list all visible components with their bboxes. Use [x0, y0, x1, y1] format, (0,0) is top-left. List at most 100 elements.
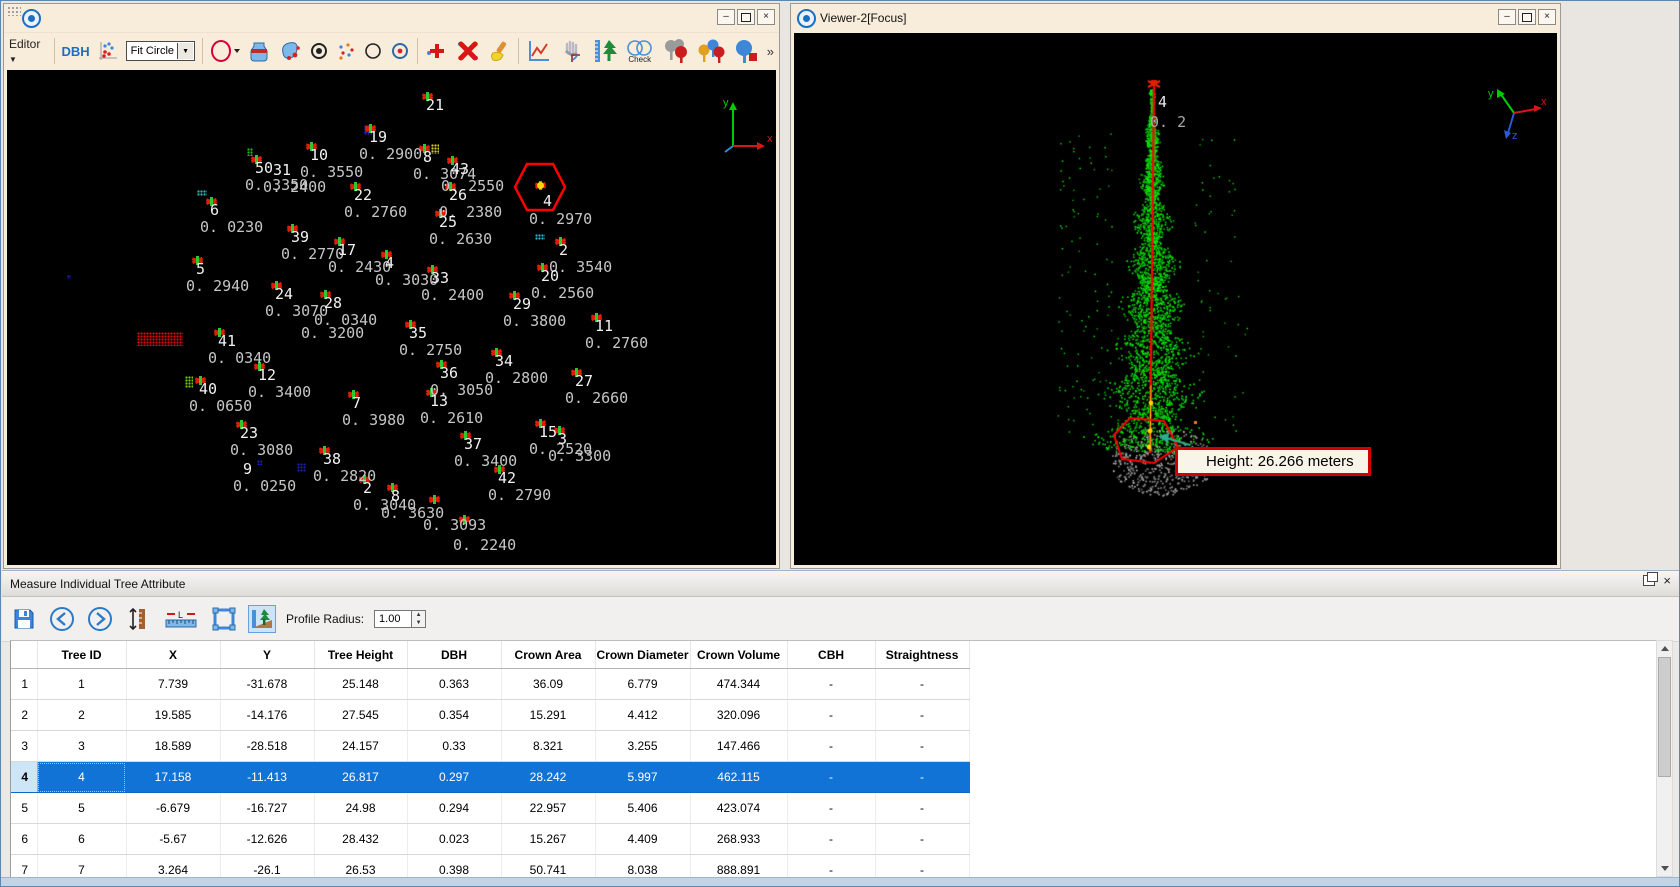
table-cell[interactable]: 3.255 — [595, 730, 691, 762]
table-cell[interactable]: 3 — [37, 730, 127, 762]
table-row[interactable]: 5 5 -6.679 -16.727 24.98 0.294 22.957 5.406 423.… — [11, 792, 970, 824]
table-cell[interactable]: -14.176 — [220, 699, 315, 731]
column-header[interactable]: Crown Volume — [690, 641, 788, 669]
table-row[interactable]: 1 1 7.739 -31.678 25.148 0.363 36.09 6.779 474.3… — [11, 668, 970, 700]
table-cell[interactable]: 19.585 — [126, 699, 221, 731]
toolbar-overflow-button[interactable]: » — [767, 44, 774, 59]
table-cell[interactable]: 888.891 — [690, 854, 788, 877]
table-cell[interactable]: -6.679 — [126, 792, 221, 824]
table-cell[interactable]: 0.294 — [407, 792, 502, 824]
fit-method-select[interactable]: Fit Circle ▼ — [125, 41, 196, 61]
table-cell[interactable]: 0.363 — [407, 668, 502, 700]
scroll-up-icon[interactable] — [1657, 641, 1672, 656]
table-row[interactable]: 6 6 -5.67 -12.626 28.432 0.023 15.267 4.409 268.… — [11, 823, 970, 855]
close-button[interactable]: × — [757, 9, 775, 25]
table-cell[interactable]: 24.98 — [314, 792, 408, 824]
table-cell[interactable]: - — [787, 730, 876, 762]
circle-center-toggle[interactable] — [390, 41, 410, 61]
table-cell[interactable]: - — [875, 730, 970, 762]
delete-point-tool[interactable] — [456, 39, 480, 63]
table-row[interactable]: 7 7 3.264 -26.1 26.53 0.398 50.741 8.038 888.891… — [11, 854, 970, 877]
scrollbar-thumb[interactable] — [1658, 657, 1671, 777]
table-cell[interactable]: 15.267 — [501, 823, 596, 855]
table-cell[interactable]: - — [787, 792, 876, 824]
add-point-tool[interactable] — [425, 39, 449, 63]
float-panel-icon[interactable] — [1643, 572, 1659, 586]
table-cell[interactable]: 474.344 — [690, 668, 788, 700]
table-cell[interactable]: 2 — [37, 699, 127, 731]
save-button[interactable] — [10, 605, 38, 633]
batch-extract-trees-tool[interactable] — [662, 38, 690, 64]
viewer-1-titlebar[interactable]: – × — [4, 4, 779, 32]
table-cell[interactable]: 320.096 — [690, 699, 788, 731]
scatter-points-toggle[interactable] — [336, 41, 356, 61]
table-cell[interactable]: 0.354 — [407, 699, 502, 731]
brush-tool[interactable] — [487, 39, 511, 63]
profile-analysis-tool[interactable] — [248, 605, 276, 633]
next-tree-button[interactable] — [86, 605, 114, 633]
table-cell[interactable]: 15.291 — [501, 699, 596, 731]
spin-down-icon[interactable]: ▼ — [412, 619, 425, 627]
select-point-toggle[interactable] — [309, 41, 329, 61]
column-header[interactable]: Crown Diameter — [595, 641, 691, 669]
table-cell[interactable]: -28.518 — [220, 730, 315, 762]
measure-height-tool[interactable] — [124, 605, 152, 633]
check-tool[interactable]: Check — [625, 39, 655, 63]
column-header[interactable]: Y — [220, 641, 315, 669]
table-cell[interactable]: 0.297 — [407, 761, 502, 793]
profile-radius-value[interactable]: 1.00 — [374, 610, 413, 628]
table-cell[interactable]: 4.409 — [595, 823, 691, 855]
table-cell[interactable]: 22.957 — [501, 792, 596, 824]
table-cell[interactable]: 268.933 — [690, 823, 788, 855]
table-cell[interactable]: 27.545 — [314, 699, 408, 731]
table-cell[interactable]: - — [875, 668, 970, 700]
table-cell[interactable]: - — [787, 854, 876, 877]
table-cell[interactable]: 0.398 — [407, 854, 502, 877]
column-header[interactable]: DBH — [407, 641, 502, 669]
tree-3d-viewport[interactable]: 4 0. 2 Height: 26.266 meters y x z — [794, 33, 1557, 565]
table-cell[interactable]: - — [787, 761, 876, 793]
scroll-down-icon[interactable] — [1657, 861, 1672, 876]
table-cell[interactable]: 17.158 — [126, 761, 221, 793]
table-cell[interactable]: 5.406 — [595, 792, 691, 824]
table-cell[interactable]: 7 — [37, 854, 127, 877]
table-cell[interactable]: 24.157 — [314, 730, 408, 762]
profile-plot-tool[interactable] — [526, 38, 552, 64]
column-header[interactable]: Straightness — [875, 641, 970, 669]
table-cell[interactable]: -16.727 — [220, 792, 315, 824]
table-cell[interactable]: 1 — [37, 668, 127, 700]
table-cell[interactable]: 26.817 — [314, 761, 408, 793]
table-cell[interactable]: 28.242 — [501, 761, 596, 793]
minimize-button[interactable]: – — [717, 9, 735, 25]
table-row[interactable]: 4 4 17.158 -11.413 26.817 0.297 28.242 5.997 462… — [11, 761, 970, 793]
table-cell[interactable]: 5.997 — [595, 761, 691, 793]
table-cell[interactable]: - — [875, 854, 970, 877]
tree-height-tool[interactable] — [592, 38, 618, 64]
table-cell[interactable]: 50.741 — [501, 854, 596, 877]
maximize-button[interactable] — [737, 9, 755, 25]
horizontal-scrollbar[interactable] — [1, 877, 1679, 886]
grow-region-tool[interactable] — [247, 39, 271, 63]
vertical-scrollbar[interactable] — [1656, 640, 1673, 877]
column-header[interactable]: CBH — [787, 641, 876, 669]
column-header[interactable]: Tree ID — [37, 641, 127, 669]
close-panel-icon[interactable]: × — [1663, 574, 1671, 587]
table-cell[interactable]: -5.67 — [126, 823, 221, 855]
table-cell[interactable]: 8.038 — [595, 854, 691, 877]
minimize-button[interactable]: – — [1498, 9, 1516, 25]
table-cell[interactable]: 25.148 — [314, 668, 408, 700]
table-cell[interactable]: 3.264 — [126, 854, 221, 877]
panel-titlebar[interactable]: Measure Individual Tree Attribute × — [2, 570, 1679, 597]
table-cell[interactable]: 0.33 — [407, 730, 502, 762]
table-row[interactable]: 2 2 19.585 -14.176 27.545 0.354 15.291 4.412 320… — [11, 699, 970, 731]
table-cell[interactable]: 36.09 — [501, 668, 596, 700]
editor-menu[interactable]: Editor ▼ — [9, 37, 47, 65]
profile-radius-spinbox[interactable]: 1.00 ▲ ▼ — [374, 610, 427, 628]
close-button[interactable]: × — [1538, 9, 1556, 25]
table-cell[interactable]: - — [787, 699, 876, 731]
previous-tree-button[interactable] — [48, 605, 76, 633]
chevron-down-icon[interactable]: ▼ — [177, 43, 194, 59]
measure-crown-tool[interactable] — [210, 605, 238, 633]
column-header[interactable]: Tree Height — [314, 641, 408, 669]
table-cell[interactable]: - — [787, 823, 876, 855]
